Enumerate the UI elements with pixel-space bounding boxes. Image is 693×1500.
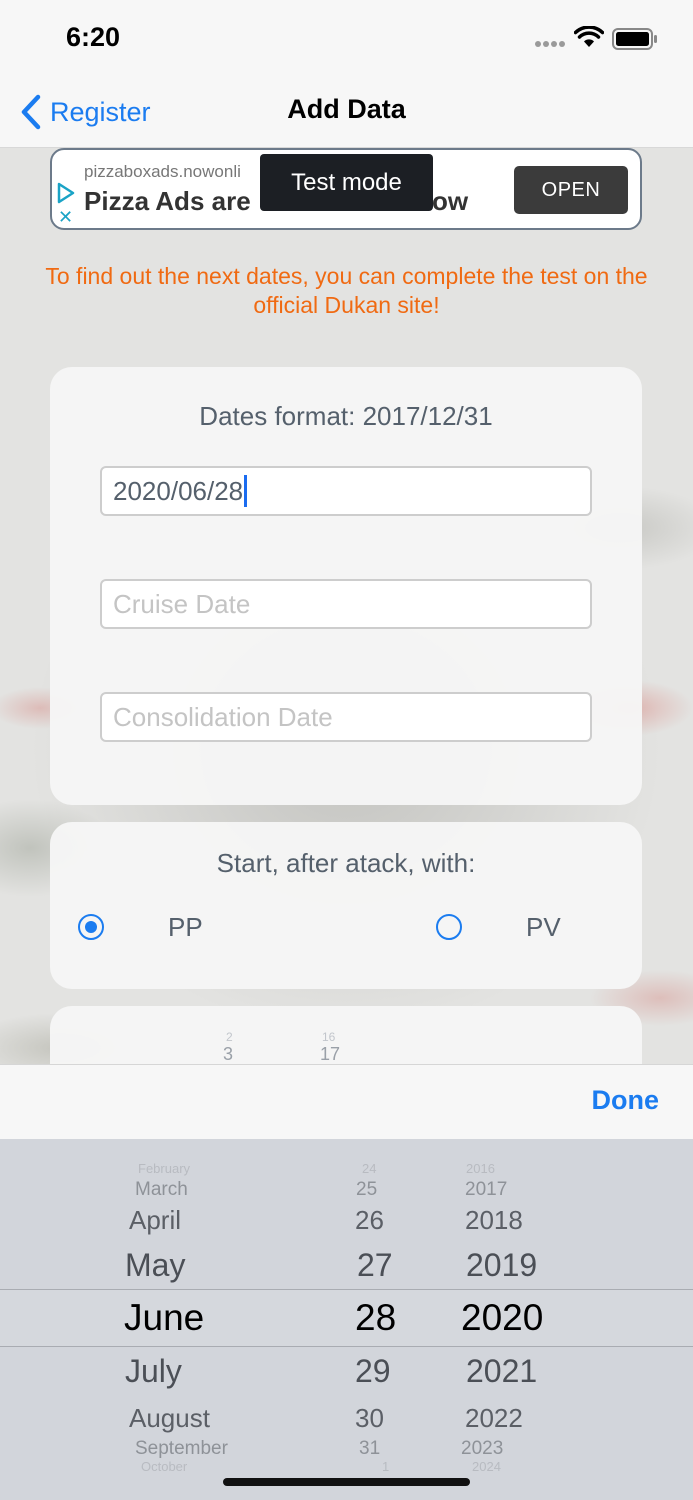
picker-day-item[interactable]: 25 <box>356 1179 377 1201</box>
ad-open-button[interactable]: OPEN <box>514 166 628 214</box>
picker-month-item[interactable]: September <box>135 1438 228 1460</box>
picker-year-item[interactable]: 2022 <box>465 1403 523 1434</box>
picker-day-item[interactable]: 31 <box>359 1438 380 1460</box>
start-phase-card: Start, after atack, with: PP PV <box>50 822 642 989</box>
attack-date-value: 2020/06/28 <box>113 475 244 506</box>
radio-selected-dot <box>85 921 97 933</box>
picker-month-selected[interactable]: June <box>124 1297 204 1339</box>
peek-value-a: 3 <box>223 1044 234 1064</box>
wifi-icon <box>574 26 604 47</box>
picker-month-item[interactable]: August <box>129 1403 210 1434</box>
radio-label-pp: PP <box>168 912 203 942</box>
picker-year-selected[interactable]: 2020 <box>461 1297 543 1339</box>
picker-month-item[interactable]: October <box>141 1459 187 1474</box>
navigation-bar: Register Add Data <box>0 76 693 148</box>
ad-close-icon[interactable]: ✕ <box>58 208 73 226</box>
radio-label-pv: PV <box>526 912 561 942</box>
consolidation-date-field[interactable]: Consolidation Date <box>100 692 592 742</box>
picker-month-item[interactable]: March <box>135 1179 188 1201</box>
dates-format-label: Dates format: 2017/12/31 <box>199 401 493 431</box>
battery-icon <box>612 28 657 50</box>
start-phase-title: Start, after atack, with: <box>216 848 476 878</box>
picker-selection-band <box>0 1289 693 1347</box>
text-caret <box>244 475 248 507</box>
picker-day-item[interactable]: 27 <box>357 1247 393 1284</box>
date-picker[interactable]: February March April May June July Augus… <box>0 1139 693 1500</box>
radio-button-pp[interactable] <box>78 914 104 940</box>
picker-year-item[interactable]: 2016 <box>466 1161 495 1176</box>
picker-day-item[interactable]: 1 <box>382 1459 389 1474</box>
page-title: Add Data <box>287 94 406 124</box>
picker-year-item[interactable]: 2017 <box>465 1179 507 1201</box>
peek-value-a-top: 2 <box>226 1030 233 1044</box>
status-time: 6:20 <box>66 22 121 52</box>
ad-headline: Pizza Ads are <box>84 186 251 216</box>
home-indicator[interactable] <box>223 1478 470 1486</box>
peek-value-b: 17 <box>320 1044 341 1064</box>
consolidation-date-placeholder: Consolidation Date <box>113 701 333 732</box>
done-button[interactable]: Done <box>592 1085 660 1116</box>
peek-value-b-top: 16 <box>322 1030 336 1044</box>
radio-option-pv[interactable]: PV <box>436 912 576 948</box>
picker-toolbar: Done <box>0 1064 693 1139</box>
picker-day-item[interactable]: 30 <box>355 1403 384 1434</box>
picker-year-item[interactable]: 2021 <box>466 1353 537 1390</box>
picker-year-item[interactable]: 2018 <box>465 1205 523 1236</box>
ad-domain: pizzaboxads.nowonli <box>84 162 241 181</box>
picker-month-item[interactable]: February <box>138 1161 190 1176</box>
cruise-date-placeholder: Cruise Date <box>113 588 251 619</box>
picker-year-item[interactable]: 2023 <box>461 1438 503 1460</box>
picker-year-item[interactable]: 2024 <box>472 1459 501 1474</box>
dates-card: Dates format: 2017/12/31 2020/06/28 Crui… <box>50 367 642 805</box>
picker-day-item[interactable]: 24 <box>362 1161 376 1176</box>
radio-option-pp[interactable]: PP <box>78 912 218 948</box>
status-bar: 6:20 <box>0 0 693 76</box>
picker-year-item[interactable]: 2019 <box>466 1247 537 1284</box>
picker-month-item[interactable]: July <box>125 1353 182 1390</box>
test-mode-badge: Test mode <box>260 154 433 211</box>
picker-day-item[interactable]: 29 <box>355 1353 391 1390</box>
picker-day-selected[interactable]: 28 <box>355 1297 396 1339</box>
dukan-site-notice[interactable]: To find out the next dates, you can comp… <box>40 262 653 320</box>
picker-month-item[interactable]: May <box>125 1247 185 1284</box>
ad-choices-icon[interactable] <box>56 182 76 204</box>
radio-button-pv[interactable] <box>436 914 462 940</box>
cruise-date-field[interactable]: Cruise Date <box>100 579 592 629</box>
attack-date-field[interactable]: 2020/06/28 <box>100 466 592 516</box>
picker-day-item[interactable]: 26 <box>355 1205 384 1236</box>
cellular-signal-icon <box>535 41 565 47</box>
ad-headline-tail: ow <box>432 186 469 216</box>
picker-month-item[interactable]: April <box>129 1205 181 1236</box>
